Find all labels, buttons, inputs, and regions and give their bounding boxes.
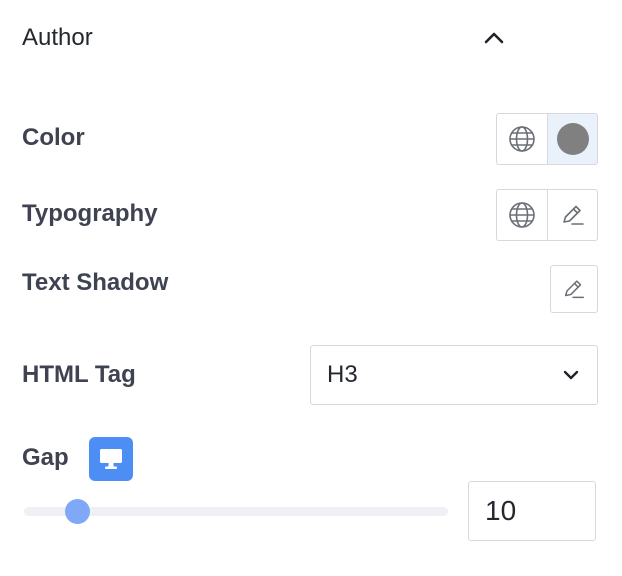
globe-icon bbox=[509, 202, 535, 228]
gap-number-input[interactable]: 10 bbox=[468, 481, 596, 541]
text-shadow-label: Text Shadow bbox=[22, 269, 169, 296]
color-control-group bbox=[496, 113, 598, 165]
text-shadow-control-group bbox=[550, 265, 598, 313]
html-tag-value: H3 bbox=[327, 361, 358, 388]
globe-icon bbox=[509, 126, 535, 152]
chevron-down-icon bbox=[563, 370, 579, 380]
chevron-up-icon bbox=[484, 32, 504, 44]
gap-label: Gap bbox=[22, 444, 69, 471]
typography-global-button[interactable] bbox=[497, 190, 547, 240]
html-tag-select[interactable]: H3 bbox=[310, 345, 598, 405]
gap-value: 10 bbox=[485, 495, 517, 526]
typography-control-group bbox=[496, 189, 598, 241]
color-swatch bbox=[556, 123, 589, 155]
typography-edit-button[interactable] bbox=[547, 190, 597, 240]
pencil-icon bbox=[562, 205, 584, 225]
html-tag-label: HTML Tag bbox=[22, 361, 136, 388]
text-shadow-edit-button[interactable] bbox=[551, 266, 597, 312]
section-title: Author bbox=[22, 24, 93, 51]
color-label: Color bbox=[22, 124, 85, 151]
color-picker-button[interactable] bbox=[547, 114, 597, 164]
desktop-icon bbox=[100, 449, 122, 469]
pencil-icon bbox=[564, 280, 585, 299]
gap-slider-thumb[interactable] bbox=[64, 499, 90, 524]
collapse-button[interactable] bbox=[478, 22, 510, 54]
color-global-button[interactable] bbox=[497, 114, 547, 164]
responsive-device-button[interactable] bbox=[89, 437, 133, 481]
typography-label: Typography bbox=[22, 200, 158, 227]
